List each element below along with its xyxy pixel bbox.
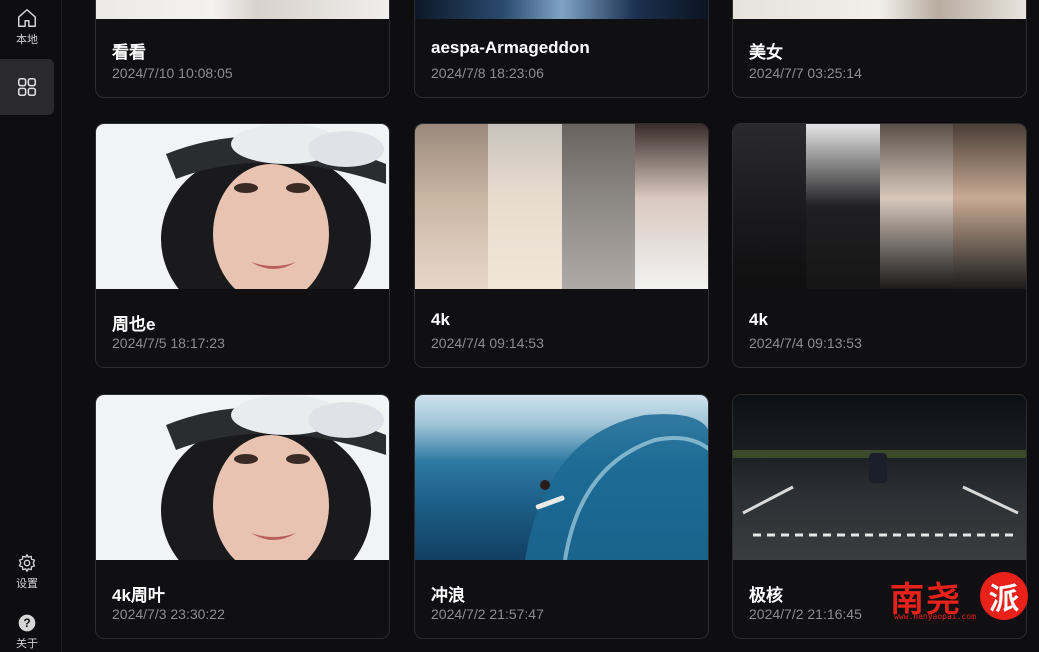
watermark-circle: 派	[980, 572, 1028, 620]
video-card[interactable]: 美女 2024/7/7 03:25:14	[732, 0, 1027, 98]
video-thumbnail	[415, 0, 708, 19]
video-title: 4k	[749, 310, 768, 329]
video-title: 周也e	[112, 315, 156, 334]
sidebar-item-label: 本地	[16, 34, 38, 46]
video-date: 2024/7/7 03:25:14	[749, 65, 862, 81]
video-thumbnail	[415, 395, 708, 560]
watermark-logo: 南尧 派 www.nanyaopai.com	[890, 572, 1032, 624]
video-title: 冲浪	[431, 586, 465, 605]
help-icon: ?	[18, 614, 36, 632]
video-title: 4k	[431, 310, 450, 329]
sidebar-item-local[interactable]: 本地	[0, 4, 54, 50]
video-thumbnail	[733, 124, 1026, 289]
watermark-url: www.nanyaopai.com	[894, 612, 976, 621]
video-card[interactable]: 冲浪 2024/7/2 21:57:47	[414, 394, 709, 639]
video-thumbnail	[96, 0, 389, 19]
video-grid: 看看 2024/7/10 10:08:05 aespa-Armageddon 2…	[63, 0, 1039, 652]
sidebar-item-about[interactable]: ? 关于	[0, 612, 54, 652]
gear-icon	[18, 554, 36, 572]
video-date: 2024/7/4 09:14:53	[431, 335, 544, 351]
video-title: aespa-Armageddon	[431, 38, 590, 57]
video-date: 2024/7/5 18:17:23	[112, 335, 225, 351]
video-date: 2024/7/4 09:13:53	[749, 335, 862, 351]
home-icon	[18, 9, 36, 27]
video-card[interactable]: 周也e 2024/7/5 18:17:23	[95, 123, 390, 368]
grid-icon	[17, 77, 37, 97]
video-date: 2024/7/3 23:30:22	[112, 606, 225, 622]
video-thumbnail	[733, 395, 1026, 560]
video-card[interactable]: 4k 2024/7/4 09:13:53	[732, 123, 1027, 368]
video-thumbnail	[415, 124, 708, 289]
video-card[interactable]: 看看 2024/7/10 10:08:05	[95, 0, 390, 98]
video-title: 极核	[749, 586, 783, 605]
video-date: 2024/7/2 21:16:45	[749, 606, 862, 622]
video-date: 2024/7/8 18:23:06	[431, 65, 544, 81]
video-card[interactable]: aespa-Armageddon 2024/7/8 18:23:06	[414, 0, 709, 98]
video-date: 2024/7/10 10:08:05	[112, 65, 233, 81]
sidebar-item-settings[interactable]: 设置	[0, 552, 54, 592]
sidebar-item-label: 设置	[16, 578, 38, 590]
video-thumbnail	[96, 395, 389, 560]
sidebar-item-label: 关于	[16, 638, 38, 650]
video-card[interactable]: 4k 2024/7/4 09:14:53	[414, 123, 709, 368]
video-thumbnail	[733, 0, 1026, 19]
video-title: 美女	[749, 43, 783, 62]
video-card[interactable]: 4k周叶 2024/7/3 23:30:22	[95, 394, 390, 639]
video-title: 看看	[112, 43, 146, 62]
sidebar: 本地 设置 ? 关于	[0, 0, 62, 652]
app-window: 本地 设置 ? 关于 看看 2024/7/10 10:08:05 aespa-A…	[0, 0, 1039, 652]
svg-text:?: ?	[23, 617, 30, 630]
sidebar-item-library[interactable]	[0, 59, 54, 115]
video-date: 2024/7/2 21:57:47	[431, 606, 544, 622]
video-title: 4k周叶	[112, 586, 165, 605]
video-thumbnail	[96, 124, 389, 289]
